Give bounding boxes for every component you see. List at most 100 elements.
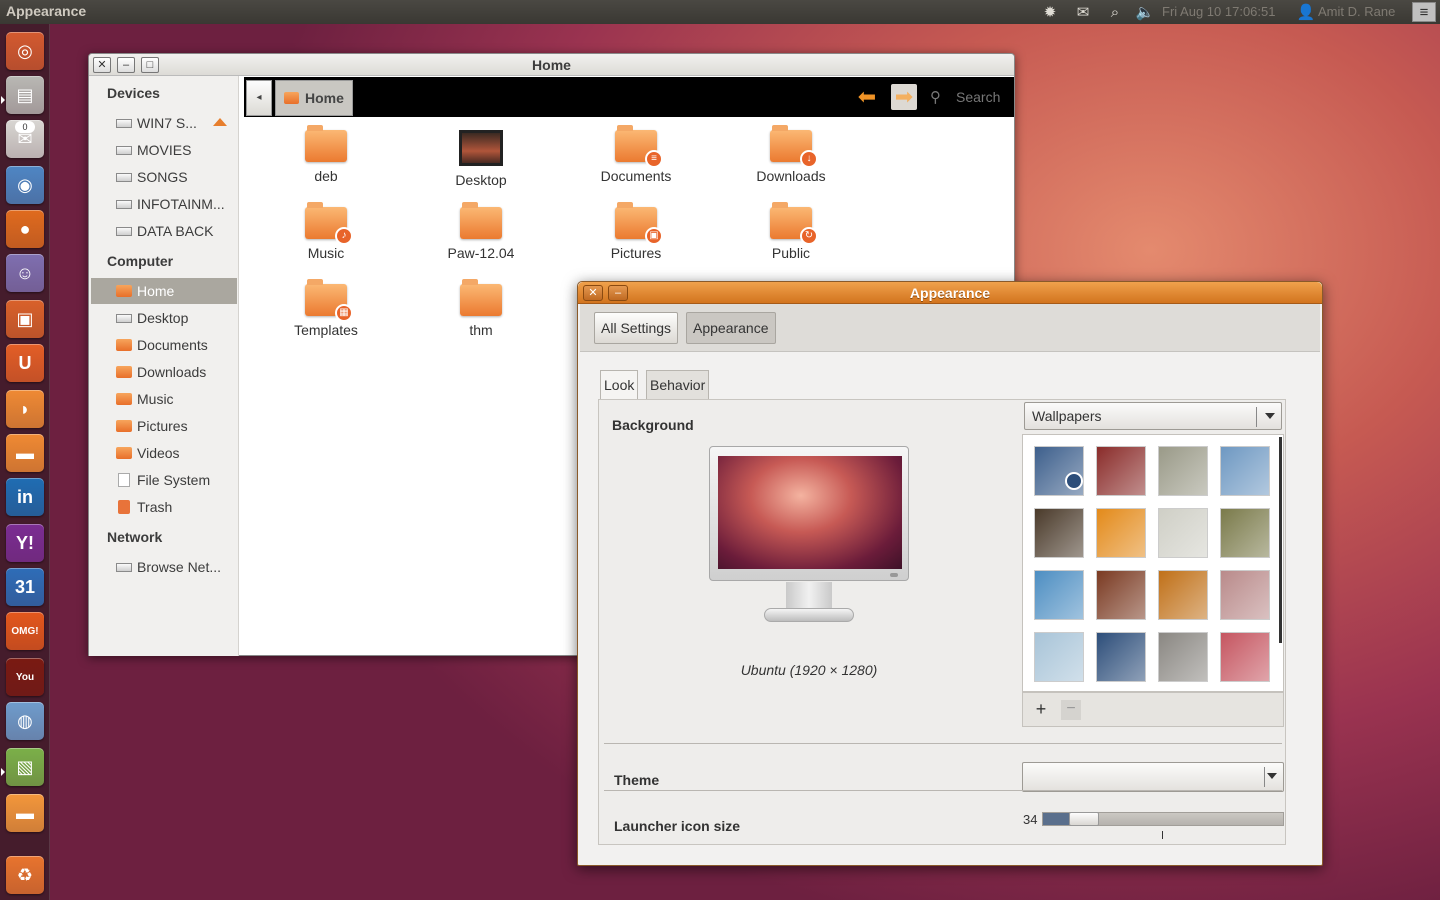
user-icon[interactable]: 👤 — [1296, 2, 1316, 22]
appearance-crumb-button[interactable]: Appearance — [686, 312, 776, 344]
file-item[interactable]: deb — [261, 125, 391, 185]
sidebar-item-music[interactable]: Music — [91, 386, 237, 412]
wallpaper-thumb-orange-flower[interactable] — [1096, 508, 1146, 558]
launcher-orange-app-icon[interactable]: ◗ — [6, 390, 44, 428]
remove-wallpaper-button[interactable]: − — [1061, 700, 1081, 720]
launcher-firefox-icon[interactable]: ● — [6, 210, 44, 248]
sidebar-item-videos[interactable]: Videos — [91, 440, 237, 466]
file-item[interactable]: ≡ Documents — [571, 125, 701, 185]
sidebar-item-browse-net[interactable]: Browse Net... — [91, 554, 237, 580]
file-name: Documents — [600, 168, 672, 184]
file-name: Pictures — [610, 245, 662, 261]
file-item[interactable]: ▦ Templates — [261, 279, 391, 339]
slider-thumb[interactable] — [1069, 812, 1099, 826]
launcher-omg-ubuntu-icon[interactable]: OMG! — [6, 612, 44, 650]
launcher-system-monitor-icon[interactable]: ▧ — [6, 748, 44, 786]
background-label: Background — [612, 417, 694, 433]
gear-icon[interactable]: ✹ — [1040, 2, 1060, 22]
folder-icon: ▣ — [615, 202, 663, 245]
session-icon[interactable]: ≡ — [1412, 2, 1436, 22]
wallpaper-thumb-wire-fence[interactable] — [1158, 508, 1208, 558]
launcher-yahoo-mail-icon[interactable]: Y! — [6, 524, 44, 562]
file-item[interactable]: Desktop — [416, 130, 546, 189]
sidebar-item-home[interactable]: Home — [91, 278, 237, 304]
sidebar-item-songs[interactable]: SONGS — [91, 164, 237, 190]
sidebar-item-downloads[interactable]: Downloads — [91, 359, 237, 385]
tab-behavior[interactable]: Behavior — [646, 370, 710, 400]
wallpaper-thumb-city-dusk[interactable] — [1220, 570, 1270, 620]
file-item[interactable]: ↓ Downloads — [726, 125, 856, 185]
scrollbar[interactable] — [1279, 437, 1282, 643]
file-item[interactable]: Paw-12.04 — [416, 202, 546, 262]
wallpaper-source-select[interactable]: Wallpapers — [1024, 402, 1282, 430]
forward-arrow-icon[interactable]: ➡ — [891, 84, 917, 110]
launcher-folder-icon[interactable]: ▬ — [6, 794, 44, 832]
clock[interactable]: Fri Aug 10 17:06:51 — [1162, 4, 1275, 19]
appearance-titlebar[interactable]: ✕ – Appearance — [578, 282, 1322, 304]
breadcrumb-scroll-left-button[interactable]: ◂ — [246, 80, 272, 116]
file-item[interactable]: thm — [416, 279, 546, 339]
back-arrow-icon[interactable]: ⬅ — [854, 84, 880, 110]
wallpaper-thumb-brown-leaf[interactable] — [1096, 570, 1146, 620]
launcher-youtube-icon[interactable]: You — [6, 658, 44, 696]
wallpaper-thumb-birds-sky[interactable] — [1220, 446, 1270, 496]
launcher-icon-size-slider[interactable] — [1042, 812, 1284, 826]
launcher-home-folder-icon[interactable]: ▬ — [6, 434, 44, 472]
wallpaper-thumb-graffiti[interactable] — [1034, 570, 1084, 620]
launcher-ubuntu-one-icon[interactable]: U — [6, 344, 44, 382]
launcher-icon-size-label: Launcher icon size — [614, 818, 741, 834]
sidebar-item-data-back[interactable]: DATA BACK — [91, 218, 237, 244]
desktop-folder-icon — [459, 130, 503, 166]
folder-icon — [305, 125, 347, 162]
file-manager-titlebar[interactable]: ✕ – □ Home — [89, 54, 1014, 76]
tab-look[interactable]: Look — [600, 370, 639, 400]
launcher-files-icon[interactable]: ▤ — [6, 76, 44, 114]
folder-emblem-icon: ▣ — [645, 227, 663, 245]
drive-icon — [116, 200, 132, 209]
wallpaper-thumb-orange-disc[interactable] — [1158, 570, 1208, 620]
eject-icon[interactable] — [213, 118, 227, 126]
sidebar-item-trash[interactable]: Trash — [91, 494, 237, 520]
wallpaper-thumb-driftwood[interactable] — [1034, 632, 1084, 682]
mail-icon[interactable]: ✉ — [1072, 2, 1094, 22]
user-name[interactable]: Amit D. Rane — [1318, 4, 1395, 19]
wallpaper-thumb-white-flowers[interactable] — [1158, 446, 1208, 496]
launcher-calendar-icon[interactable]: 31 — [6, 568, 44, 606]
file-item[interactable]: ♪ Music — [261, 202, 391, 262]
monitor-preview — [709, 446, 909, 581]
theme-select[interactable] — [1022, 762, 1284, 792]
sidebar-item-movies[interactable]: MOVIES — [91, 137, 237, 163]
launcher-chromium-icon[interactable]: ◉ — [6, 166, 44, 204]
wallpaper-thumb-dark-moss[interactable] — [1034, 508, 1084, 558]
search-button-label[interactable]: Search — [956, 89, 1000, 105]
network-icon[interactable]: ⌕ — [1104, 2, 1126, 22]
sidebar-item-infotainm[interactable]: INFOTAINM... — [91, 191, 237, 217]
launcher-dash-icon[interactable]: ◎ — [6, 32, 44, 70]
launcher-linkedin-icon[interactable]: in — [6, 478, 44, 516]
sidebar-item-file-system[interactable]: File System — [91, 467, 237, 493]
filesystem-icon — [118, 473, 130, 487]
volume-icon[interactable]: 🔈 — [1134, 2, 1156, 22]
launcher-software-center-icon[interactable]: ▣ — [6, 300, 44, 338]
sidebar-item-documents[interactable]: Documents — [91, 332, 237, 358]
drive-icon — [116, 227, 132, 236]
search-icon[interactable]: ⚲ — [930, 88, 946, 106]
launcher-pidgin-icon[interactable]: ☺ — [6, 254, 44, 292]
wallpaper-thumb-ubuntu-default[interactable] — [1220, 632, 1270, 682]
file-item[interactable]: ↻ Public — [726, 202, 856, 262]
launcher-icon-size-value: 34 — [1023, 812, 1038, 827]
breadcrumb-home[interactable]: Home — [275, 80, 353, 116]
add-wallpaper-button[interactable]: + — [1031, 700, 1051, 720]
wallpaper-thumb-yellow-bloom[interactable] — [1220, 508, 1270, 558]
desktop-icon — [116, 314, 132, 323]
launcher-web-browser-icon[interactable]: ◍ — [6, 702, 44, 740]
file-item[interactable]: ▣ Pictures — [571, 202, 701, 262]
wallpaper-thumb-blue-grain[interactable] — [1096, 632, 1146, 682]
breadcrumb-label: Home — [305, 90, 344, 106]
sidebar-item-desktop[interactable]: Desktop — [91, 305, 237, 331]
all-settings-button[interactable]: All Settings — [594, 312, 679, 344]
wallpaper-thumb-grey-grass[interactable] — [1158, 632, 1208, 682]
sidebar-item-pictures[interactable]: Pictures — [91, 413, 237, 439]
launcher-trash-icon[interactable]: ♻ — [6, 856, 44, 894]
wallpaper-thumb-red-petals[interactable] — [1096, 446, 1146, 496]
